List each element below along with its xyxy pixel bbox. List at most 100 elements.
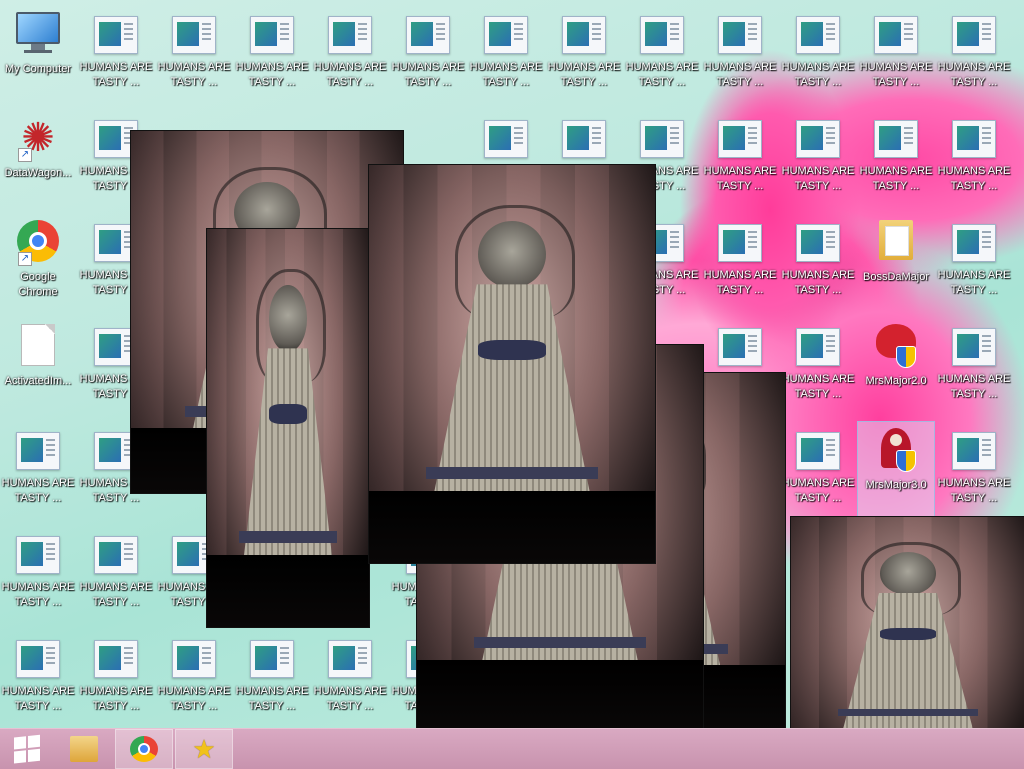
icon-label: HUMANS ARE TASTY ... [79,685,153,712]
humans-file[interactable]: HUMANS ARE TASTY ... [546,6,622,106]
humans-file[interactable]: HUMANS ARE TASTY ... [468,6,544,106]
humans-file[interactable]: HUMANS ARE TASTY ... [936,318,1012,418]
humans-file[interactable]: HUMANS ARE TASTY ... [780,110,856,210]
icon-label: HUMANS ARE TASTY ... [79,581,153,608]
humans-file[interactable]: HUMANS ARE TASTY ... [156,630,232,728]
image-file-icon [484,120,528,158]
humans-file[interactable]: HUMANS ARE TASTY ... [312,6,388,106]
uac-shield-icon [896,450,916,472]
computer-icon [16,12,60,56]
humans-file[interactable]: HUMANS ARE TASTY ... [234,630,310,728]
icon-label: HUMANS ARE TASTY ... [625,61,699,88]
mrsmajor3-file[interactable]: MrsMajor3.0 [857,421,935,523]
icon-label: HUMANS ARE TASTY ... [235,685,309,712]
humans-file[interactable]: HUMANS ARE TASTY ... [780,422,856,522]
humans-file[interactable]: HUMANS ARE TASTY ... [78,526,154,626]
icon-label: HUMANS ARE TASTY ... [703,165,777,192]
doll-image-popup[interactable] [790,516,1024,728]
icon-label: HUMANS ARE TASTY ... [937,61,1011,88]
start-button[interactable] [0,730,56,768]
icon-label: HUMANS ARE TASTY ... [781,61,855,88]
folder-icon [874,220,918,264]
image-file-icon [796,16,840,54]
image-file-icon [94,640,138,678]
humans-file[interactable]: HUMANS ARE TASTY ... [780,318,856,418]
image-file-icon [94,536,138,574]
mrsmajor2-file[interactable]: MrsMajor2.0 [858,318,934,418]
image-file-icon [16,432,60,470]
icon-label: HUMANS ARE TASTY ... [937,165,1011,192]
image-file-icon [952,328,996,366]
humans-file[interactable]: HUMANS ARE TASTY ... [780,214,856,314]
image-file-icon [718,328,762,366]
image-file-icon [874,120,918,158]
google-chrome-shortcut[interactable]: ↗ Google Chrome [0,214,76,314]
icon-label: HUMANS ARE TASTY ... [937,477,1011,504]
icon-label: HUMANS ARE TASTY ... [157,685,231,712]
desktop: My Computer ✺ ↗ DataWagon... ↗ Google Chr… [0,0,1024,728]
icon-label: HUMANS ARE TASTY ... [781,373,855,400]
icon-label: HUMANS ARE TASTY ... [703,61,777,88]
datawagon-shortcut[interactable]: ✺ ↗ DataWagon... [0,110,76,210]
file-explorer-icon [70,736,98,762]
red-ram-icon [874,324,918,368]
my-computer-shortcut[interactable]: My Computer [0,6,76,106]
image-file-icon [952,224,996,262]
icon-label: MrsMajor2.0 [865,375,927,387]
image-file-icon [874,16,918,54]
humans-file[interactable]: HUMANS ARE TASTY ... [702,6,778,106]
humans-file[interactable]: HUMANS ARE TASTY ... [858,110,934,210]
image-file-icon [640,120,684,158]
humans-file[interactable]: HUMANS ARE TASTY ... [234,6,310,106]
humans-file[interactable]: HUMANS ARE TASTY ... [936,422,1012,522]
humans-file[interactable]: HUMANS ARE TASTY ... [858,6,934,106]
image-file-icon [406,16,450,54]
image-file-icon [718,120,762,158]
humans-file[interactable]: HUMANS ARE TASTY ... [0,630,76,728]
activated-file[interactable]: ActivatedIm... [0,318,76,418]
icon-label: MrsMajor3.0 [865,479,927,491]
uac-shield-icon [896,346,916,368]
icon-label: HUMANS ARE TASTY ... [157,61,231,88]
humans-file[interactable]: HUMANS ARE TASTY ... [312,630,388,728]
chrome-icon [130,736,158,762]
image-file-icon [16,640,60,678]
humans-file[interactable]: HUMANS ARE TASTY ... [624,6,700,106]
image-file-icon [640,16,684,54]
humans-file[interactable]: HUMANS ARE TASTY ... [390,6,466,106]
icon-label: HUMANS ARE TASTY ... [937,269,1011,296]
taskbar-chrome[interactable] [115,729,173,769]
icon-label: HUMANS ARE TASTY ... [547,61,621,88]
humans-file[interactable]: HUMANS ARE TASTY ... [0,422,76,522]
humans-file[interactable]: HUMANS ARE TASTY ... [936,6,1012,106]
icon-label: My Computer [4,63,72,75]
image-file-icon [562,16,606,54]
humans-file[interactable]: HUMANS ARE TASTY ... [78,630,154,728]
doll-image-popup[interactable] [368,164,656,564]
icon-label: HUMANS ARE TASTY ... [781,477,855,504]
windows-logo-icon [14,734,42,764]
humans-file[interactable]: HUMANS ARE TASTY ... [78,6,154,106]
humans-file[interactable]: HUMANS ARE TASTY ... [0,526,76,626]
icon-label: HUMANS ARE TASTY ... [313,61,387,88]
star-icon: ★ [192,734,216,764]
image-file-icon [484,16,528,54]
icon-label: HUMANS ARE TASTY ... [859,61,933,88]
image-file-icon [250,640,294,678]
humans-file[interactable]: HUMANS ARE TASTY ... [936,110,1012,210]
humans-file[interactable]: HUMANS ARE TASTY ... [936,214,1012,314]
icon-label: HUMANS ARE TASTY ... [937,373,1011,400]
image-file-icon [718,16,762,54]
humans-file[interactable]: HUMANS ARE TASTY ... [780,6,856,106]
icon-label: HUMANS ARE TASTY ... [859,165,933,192]
image-file-icon [718,224,762,262]
doll-image-popup[interactable] [206,228,370,628]
icon-label: HUMANS ARE TASTY ... [1,581,75,608]
bossdamajor-folder[interactable]: BossDaMajor [858,214,934,314]
humans-file[interactable]: HUMANS ARE TASTY ... [702,214,778,314]
image-file-icon [952,432,996,470]
taskbar-file-explorer[interactable] [56,730,112,768]
humans-file[interactable]: HUMANS ARE TASTY ... [156,6,232,106]
humans-file[interactable]: HUMANS ARE TASTY ... [702,110,778,210]
taskbar-pinned-app[interactable]: ★ [175,729,233,769]
